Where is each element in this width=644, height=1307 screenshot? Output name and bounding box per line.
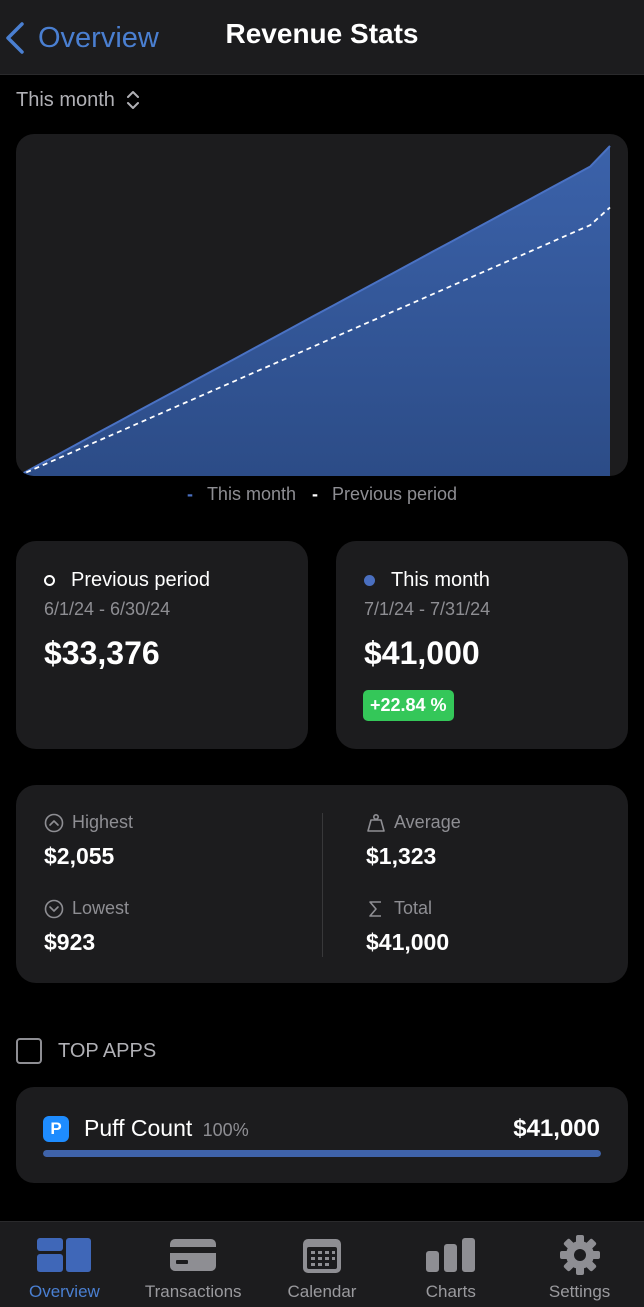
tab-charts-label: Charts [425,1282,476,1301]
previous-period-dot [44,575,55,586]
chevron-up-down-icon [126,91,139,109]
top-app-row[interactable]: P Puff Count 100% $41,000 [16,1087,628,1183]
legend-swatch-this-month: - [186,484,193,504]
tab-charts[interactable]: Charts [386,1222,515,1307]
credit-card-icon [170,1239,217,1271]
period-label: This month [16,88,115,111]
sigma-icon [369,900,381,917]
stat-lowest-label: Lowest [72,898,130,918]
legend-swatch-previous: - [311,484,318,504]
stat-highest: Highest $2,055 [44,812,133,870]
tab-transactions[interactable]: Transactions [129,1222,258,1307]
current-period-label: This month [391,569,490,591]
top-apps-checkbox[interactable] [16,1038,42,1064]
previous-period-title: Previous period [44,569,210,592]
app-name-text: Puff Count [84,1115,193,1141]
stat-average-value: $1,323 [366,843,437,869]
chart-svg [17,145,611,476]
current-period-title: This month [364,569,490,592]
tab-calendar[interactable]: Calendar [258,1222,387,1307]
tab-overview-label: Overview [28,1282,100,1301]
stat-highest-label: Highest [72,812,134,832]
stat-lowest: Lowest $923 [44,898,129,956]
revenue-chart [16,134,628,476]
tab-bar: Overview Transactions Calendar Charts Se… [0,1221,644,1307]
page-title: Revenue Stats [225,18,419,49]
series-area-this-month [18,146,610,476]
app-name: Puff Count 100% [84,1115,249,1142]
stat-total-value: $41,000 [366,929,450,955]
previous-period-range: 6/1/24 - 6/30/24 [44,599,171,619]
app-share-fill [43,1150,601,1157]
app-share-bar [43,1150,601,1157]
chevron-down-circle-icon [44,899,64,918]
tab-calendar-label: Calendar [287,1282,357,1301]
legend-label-previous: Previous period [331,484,458,504]
current-period-dot [364,575,375,586]
tab-overview[interactable]: Overview [0,1222,129,1307]
app-icon: P [43,1116,69,1142]
period-selector[interactable]: This month [16,88,141,112]
previous-period-value: $33,376 [44,635,160,671]
current-period-range: 7/1/24 - 7/31/24 [364,599,491,619]
app-percent: 100% [202,1120,249,1140]
stat-average-label: Average [394,812,461,832]
current-period-card: This month 7/1/24 - 7/31/24 $41,000 +22.… [336,541,628,749]
chart-legend: - This month - Previous period [0,484,644,505]
legend-item-previous: - Previous period [312,484,457,505]
stat-lowest-value: $923 [44,929,96,955]
tab-settings[interactable]: Settings [515,1222,644,1307]
change-badge: +22.84 % [363,690,454,721]
scale-icon [367,813,385,832]
dashboard-icon [37,1238,92,1272]
gear-icon [559,1235,600,1275]
tab-transactions-label: Transactions [144,1282,242,1301]
stats-card: Highest $2,055 Lowest $923 Average $1,32… [16,785,628,983]
top-apps-header: TOP APPS [16,1038,156,1064]
stat-total-label: Total [394,898,433,918]
previous-period-label: Previous period [71,569,210,591]
navigation-bar: Overview Revenue Stats [0,0,644,75]
stats-divider [322,813,323,957]
chevron-up-circle-icon [44,813,64,832]
stat-total: Total $41,000 [366,898,449,956]
current-period-value: $41,000 [364,635,480,671]
top-apps-title: TOP APPS [58,1039,157,1062]
app-revenue: $41,000 [513,1115,600,1142]
calendar-icon [302,1239,341,1273]
legend-item-this-month: - This month [187,484,296,505]
bar-chart-icon [425,1238,475,1272]
stat-average: Average $1,323 [366,812,461,870]
tab-settings-label: Settings [548,1282,611,1301]
legend-label-this-month: This month [206,484,296,504]
previous-period-card: Previous period 6/1/24 - 6/30/24 $33,376 [16,541,308,749]
stat-highest-value: $2,055 [44,843,115,869]
